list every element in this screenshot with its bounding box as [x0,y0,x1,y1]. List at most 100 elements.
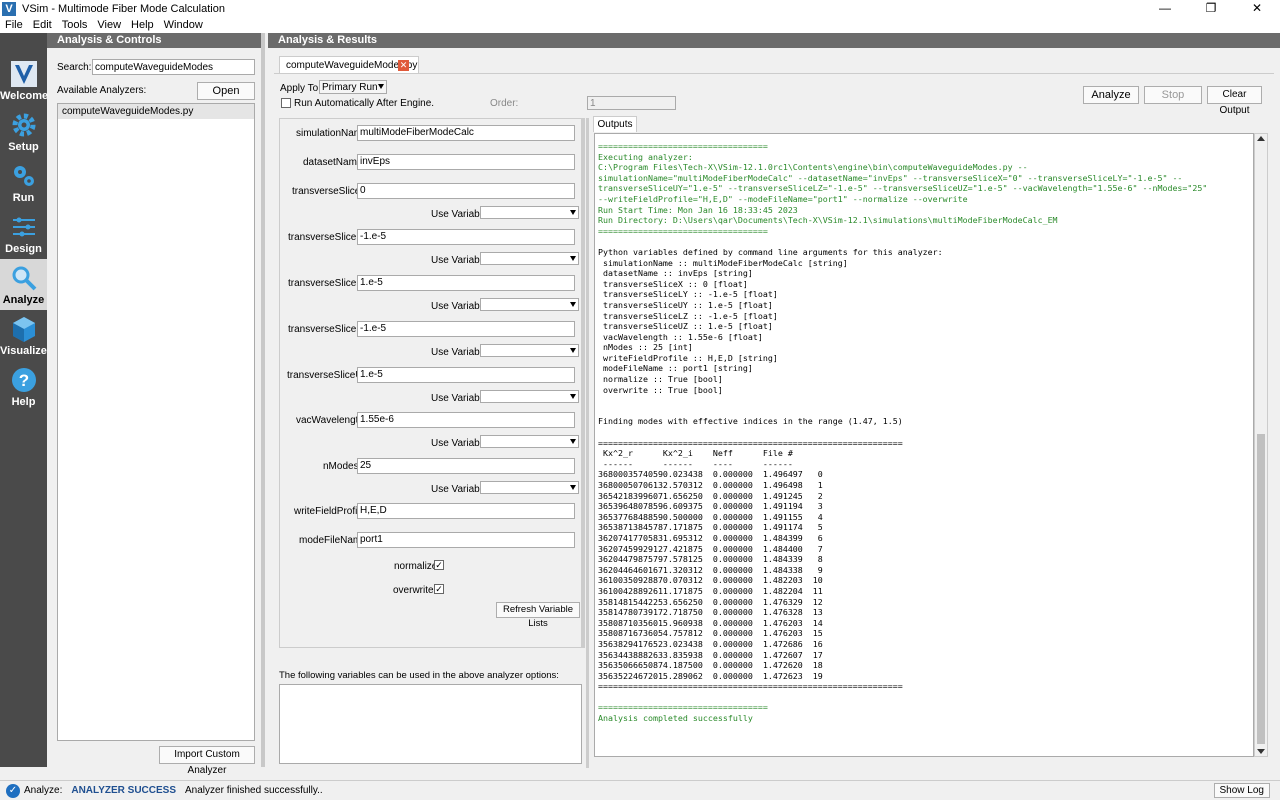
scroll-up-icon[interactable] [1257,136,1265,141]
sidebar-label: Visualize [0,345,47,357]
param-input-transversesliceuy[interactable]: 1.e-5 [357,275,575,291]
import-custom-analyzer-button[interactable]: Import Custom Analyzer [159,746,255,776]
close-button[interactable]: ✕ [1234,0,1280,17]
menu-view[interactable]: View [92,19,126,31]
clear-output-button[interactable]: Clear Output [1207,86,1262,116]
refresh-variable-lists-button[interactable]: Refresh Variable Lists [496,602,580,629]
close-tab-icon[interactable]: ✕ [398,60,409,71]
use-variable-select[interactable] [480,390,579,403]
param-label-transverseslicex: transverseSliceX [292,186,368,197]
status-state: ANALYZER SUCCESS [71,785,177,796]
stop-button[interactable]: Stop [1144,86,1202,104]
run-automatically-checkbox[interactable] [281,98,291,108]
minimize-button[interactable]: — [1142,0,1188,17]
menu-help[interactable]: Help [126,19,159,31]
output-body-text: Python variables defined by command line… [598,246,943,692]
chevron-down-icon [378,84,384,89]
analyze-button[interactable]: Analyze [1083,86,1139,104]
sidebar-label: Welcome [0,90,49,102]
variables-note: The following variables can be used in t… [279,670,559,681]
param-input-writefieldprofile[interactable]: H,E,D [357,503,575,519]
sidebar-item-help[interactable]: ? Help [0,361,47,412]
menu-file[interactable]: File [0,19,28,31]
param-input-nmodes[interactable]: 25 [357,458,575,474]
order-spinbox[interactable]: 1 [587,96,676,110]
param-label-nmodes: nModes [323,461,359,472]
param-input-vacwavelength[interactable]: 1.55e-6 [357,412,575,428]
menu-window[interactable]: Window [159,19,208,31]
output-scrollbar[interactable] [1254,133,1268,757]
menu-bar: File Edit Tools View Help Window [0,17,1280,33]
scroll-down-icon[interactable] [1257,749,1265,754]
param-input-modefilename[interactable]: port1 [357,532,575,548]
status-bar: ✓ Analyze: ANALYZER SUCCESS Analyzer fin… [0,780,1280,800]
open-button[interactable]: Open [197,82,255,100]
sidebar-label: Analyze [2,294,45,306]
param-input-transverseslicely[interactable]: -1.e-5 [357,229,575,245]
status-message: Analyzer finished successfully.. [185,785,323,796]
sidebar-label: Design [5,243,42,255]
param-input-datasetname[interactable]: invEps [357,154,575,170]
chevron-down-icon [570,394,576,399]
title-bar: V VSim - Multimode Fiber Mode Calculatio… [0,0,1280,17]
variables-list [279,684,582,764]
window-title: VSim - Multimode Fiber Mode Calculation [22,2,225,15]
sidebar: Welcome Setup Run Design Analyze Visuali… [0,33,49,767]
sidebar-label: Help [11,396,36,408]
show-log-button[interactable]: Show Log [1213,783,1270,798]
magnifier-icon [12,266,36,291]
output-header-text: ================================== Execu… [598,141,1208,236]
maximize-button[interactable]: ❐ [1188,0,1234,17]
order-label: Order: [490,98,519,109]
chevron-down-icon [570,439,576,444]
design-icon [12,217,35,237]
output-console: ================================== Execu… [594,133,1254,757]
menu-edit[interactable]: Edit [28,19,57,31]
param-label-writefieldprofile: writeFieldProfile [294,506,366,517]
list-item[interactable]: computeWaveguideModes.py [58,104,254,119]
inner-splitter[interactable] [586,118,589,768]
overwrite-label: overwrite [393,585,434,596]
tab-computewaveguidemodes[interactable]: computeWaveguideModes.py ✕ [279,56,419,74]
right-panel-header: Analysis & Results [268,33,1280,48]
scroll-thumb[interactable] [1257,434,1265,744]
cube-icon [12,317,35,342]
tab-outputs[interactable]: Outputs [593,116,637,132]
normalize-label: normalize [394,561,438,572]
search-label: Search: [57,62,92,73]
gears-icon [13,166,34,186]
search-input[interactable] [92,59,255,75]
sidebar-item-analyze[interactable]: Analyze [0,259,47,310]
param-input-transverseslicelz[interactable]: -1.e-5 [357,321,575,337]
param-input-transversesliceuz[interactable]: 1.e-5 [357,367,575,383]
use-variable-select[interactable] [480,298,579,311]
apply-to-value: Primary Run [322,82,378,93]
apply-to-label: Apply To: [280,83,321,94]
sidebar-item-run[interactable]: Run [0,157,47,208]
use-variable-select[interactable] [480,481,579,494]
menu-tools[interactable]: Tools [57,19,93,31]
sidebar-item-design[interactable]: Design [0,208,47,259]
tab-bar-line [274,73,1274,74]
panel-splitter[interactable] [261,33,265,767]
analyzer-list: computeWaveguideModes.py [57,103,255,741]
use-variable-select[interactable] [480,252,579,265]
question-icon: ? [11,368,36,392]
sidebar-item-welcome[interactable]: Welcome [0,55,49,106]
apply-to-select[interactable]: Primary Run [319,80,387,94]
param-label-datasetname: datasetName [303,157,363,168]
param-input-transverseslicex[interactable]: 0 [357,183,575,199]
order-value: 1 [590,98,596,109]
params-scrollbar[interactable] [582,118,585,648]
status-label: Analyze: [24,785,63,796]
normalize-checkbox[interactable]: ✓ [434,560,444,570]
overwrite-checkbox[interactable]: ✓ [434,584,444,594]
run-automatically-label: Run Automatically After Engine. [294,98,435,109]
param-input-simulationname[interactable]: multiModeFiberModeCalc [357,125,575,141]
use-variable-select[interactable] [480,344,579,357]
use-variable-select[interactable] [480,435,579,448]
output-footer-text: ================================== Analy… [598,702,768,724]
use-variable-select[interactable] [480,206,579,219]
sidebar-item-setup[interactable]: Setup [0,106,47,157]
sidebar-item-visualize[interactable]: Visualize [0,310,47,361]
